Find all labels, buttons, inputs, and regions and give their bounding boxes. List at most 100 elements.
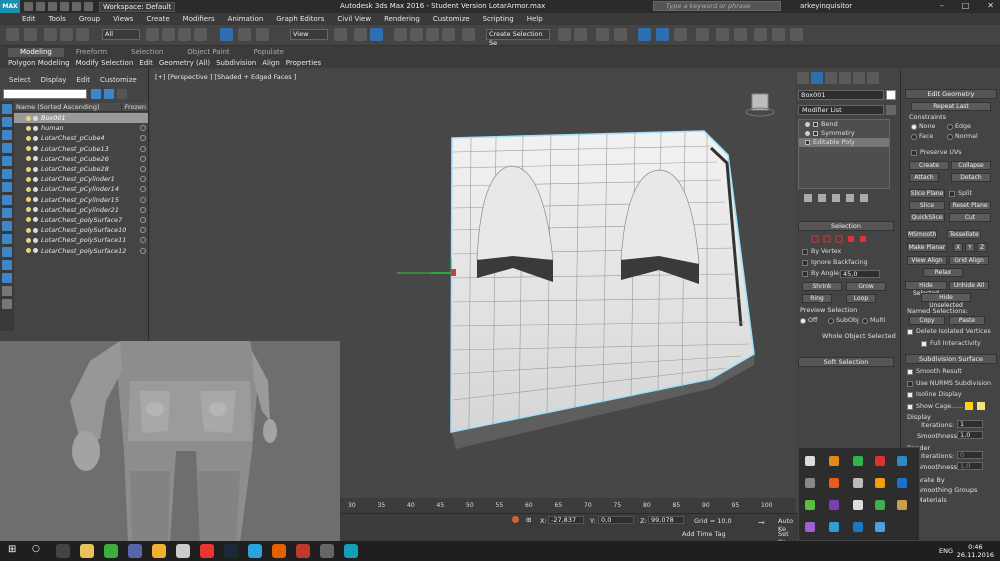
taskbar-app-icon[interactable] [296,544,310,558]
view-align-button[interactable]: View Align [907,256,947,265]
tessellate-button[interactable]: Tessellate [947,230,981,239]
preserve-uvs-checkbox[interactable]: Preserve UVs [911,149,962,156]
show-cage-checkbox[interactable]: Show Cage...... [907,403,963,410]
light-bulb-icon[interactable] [26,197,31,203]
expand-icon[interactable] [813,131,818,136]
grid-align-button[interactable]: Grid Align [949,256,989,265]
ribbon-tab-selection[interactable]: Selection [119,48,175,57]
frozen-toggle-icon[interactable] [140,115,146,122]
explorer-row[interactable]: LotarChest_pCylinder21 [14,205,148,215]
grow-button[interactable]: Grow [846,282,886,291]
menu-rendering[interactable]: Rendering [384,15,420,23]
show-end-result-icon[interactable] [818,194,826,202]
display-helpers-icon[interactable] [2,182,12,192]
menu-civil-view[interactable]: Civil View [337,15,371,23]
planar-x-button[interactable]: X [953,243,963,252]
render-in-cloud-icon[interactable] [790,28,803,41]
hide-selected-button[interactable]: Hide Selected [905,281,947,297]
light-bulb-icon[interactable] [26,135,31,141]
isoline-display-checkbox[interactable]: Isoline Display [907,391,962,398]
ribbon-panel-edit[interactable]: Edit [139,59,153,67]
smoothing-groups-checkbox[interactable]: Smoothing Groups [917,486,977,494]
taskbar-app-icon[interactable] [104,544,118,558]
lock-icon[interactable] [117,89,127,99]
menu-customize[interactable]: Customize [433,15,470,23]
split-checkbox[interactable]: Split [949,190,972,197]
by-angle-value-field[interactable]: 45,0 [840,270,880,278]
percent-snap-icon[interactable] [426,28,439,41]
tray-app-icon[interactable] [829,522,839,532]
reference-coordinate-select[interactable]: View [290,29,328,40]
tray-app-icon[interactable] [897,500,907,510]
explorer-row[interactable]: Box001 [14,113,148,124]
copy-button[interactable]: Copy [909,316,945,325]
selection-rollout-header[interactable]: Selection [798,221,894,231]
create-tab-icon[interactable] [797,72,809,84]
menu-create[interactable]: Create [146,15,169,23]
ribbon-panel-subdivision[interactable]: Subdivision [216,59,256,67]
light-bulb-icon[interactable] [26,237,31,243]
key-icon[interactable]: ⊸ [758,518,765,527]
light-bulb-icon[interactable] [26,156,31,162]
task-view-icon[interactable] [56,544,70,558]
render-setup-icon[interactable] [716,28,729,41]
display-settings-icon[interactable] [2,286,12,296]
explorer-menu-edit[interactable]: Edit [76,76,90,84]
ribbon-panel-polygon-modeling[interactable]: Polygon Modeling [8,59,70,67]
shrink-button[interactable]: Shrink [802,282,842,291]
display-cameras-icon[interactable] [2,169,12,179]
frozen-toggle-icon[interactable] [140,227,146,234]
taskbar-app-icon[interactable] [128,544,142,558]
edit-geometry-header[interactable]: Edit Geometry [905,89,997,99]
open-file-icon[interactable] [36,2,45,11]
edit-named-selection-icon[interactable] [462,28,475,41]
polygon-level-icon[interactable] [848,236,854,242]
attach-button[interactable]: Attach [909,173,939,182]
by-angle-checkbox[interactable]: By Angle: [802,270,841,277]
curve-editor-icon[interactable] [656,28,669,41]
explorer-row[interactable]: LotarChest_polySurface12 [14,245,148,255]
object-name-field[interactable]: Box001 [798,90,884,100]
relax-button[interactable]: Relax [923,268,963,277]
menu-tools[interactable]: Tools [49,15,66,23]
named-selection-set-select[interactable]: Create Selection Se [486,29,550,47]
explorer-row[interactable]: LotarChest_pCylinder1 [14,174,148,184]
menu-views[interactable]: Views [113,15,133,23]
slice-button[interactable]: Slice [909,201,945,210]
expand-icon[interactable] [813,122,818,127]
lock-selection-icon[interactable] [512,516,519,523]
cage-selected-color-swatch[interactable] [977,402,985,410]
gizmo-pivot[interactable] [451,269,456,276]
modifier-stack-item[interactable]: Bend [799,120,889,129]
render-smoothness-field[interactable]: 1,0 [957,462,983,470]
repeat-last-button[interactable]: Repeat Last [911,102,991,111]
ribbon-panel-properties[interactable]: Properties [286,59,321,67]
frozen-toggle-icon[interactable] [140,135,146,142]
ribbon-tab-object-paint[interactable]: Object Paint [175,48,241,57]
redo-icon[interactable] [24,28,37,41]
ribbon-tab-freeform[interactable]: Freeform [64,48,119,57]
x-coordinate-field[interactable]: -27,837 [548,516,584,524]
cloud-icon[interactable] [805,456,815,466]
ribbon-panel-align[interactable]: Align [262,59,280,67]
planar-z-button[interactable]: Z [977,243,987,252]
display-xrefs-icon[interactable] [2,221,12,231]
use-nurms-checkbox[interactable]: Use NURMS Subdivision [907,380,991,387]
border-level-icon[interactable] [835,235,843,243]
frozen-toggle-icon[interactable] [140,145,146,152]
utilities-tab-icon[interactable] [867,72,879,84]
display-groups-icon[interactable] [2,208,12,218]
edge-level-icon[interactable] [823,235,831,243]
select-object-icon[interactable] [146,28,159,41]
explorer-menu-select[interactable]: Select [9,76,31,84]
lightbulb-toggle-icon[interactable] [805,131,810,136]
make-unique-icon[interactable] [832,194,840,202]
constraint-normal-radio[interactable]: Normal [947,133,978,140]
modifier-stack-item[interactable]: Symmetry [799,129,889,138]
cut-button[interactable]: Cut [949,213,991,222]
menu-edit[interactable]: Edit [22,15,36,23]
explorer-row[interactable]: LotarChest_polySurface7 [14,215,148,225]
tray-app-icon[interactable] [875,522,885,532]
frozen-toggle-icon[interactable] [140,186,146,193]
menu-scripting[interactable]: Scripting [483,15,514,23]
